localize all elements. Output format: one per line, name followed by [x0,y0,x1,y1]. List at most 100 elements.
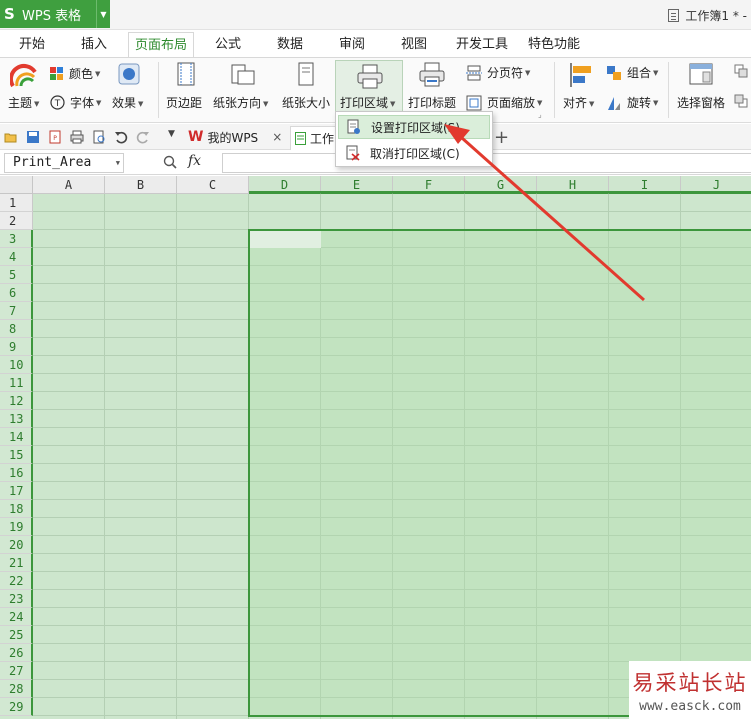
row-header-12[interactable]: 12 [0,392,33,410]
tab-special[interactable]: 特色功能 [522,32,586,58]
row-header-22[interactable]: 22 [0,572,33,590]
chevron-down-icon[interactable]: ▼ [116,154,120,172]
effect-button[interactable]: 效果 ▼ [112,94,143,111]
doc-tab-workbook[interactable]: 工作 [290,126,338,150]
row-header-25[interactable]: 25 [0,626,33,644]
row-header-16[interactable]: 16 [0,464,33,482]
print-icon[interactable] [70,130,84,144]
ribbon-divider [668,62,669,118]
app-menu-button[interactable]: S WPS 表格 ▼ [0,0,110,28]
column-header-b[interactable]: B [105,176,177,194]
page-margin-button[interactable]: 页边距 [166,94,202,111]
row-header-2[interactable]: 2 [0,212,33,230]
row-header-21[interactable]: 21 [0,554,33,572]
select-all-corner[interactable] [0,176,33,194]
row-header-5[interactable]: 5 [0,266,33,284]
row-header-10[interactable]: 10 [0,356,33,374]
redo-icon[interactable] [136,130,150,144]
row-header-13[interactable]: 13 [0,410,33,428]
theme-button[interactable]: 主题 ▼ [8,94,39,111]
font-button[interactable]: T 字体 ▼ [50,94,101,111]
print-area-button[interactable]: 打印区域 ▼ [335,60,403,114]
chevron-down-icon: ▼ [653,68,659,77]
selection-pane-button[interactable]: 选择窗格 [677,94,725,111]
active-cell[interactable] [250,231,321,248]
chevron-down-icon: ▼ [525,68,531,77]
row-header-18[interactable]: 18 [0,500,33,518]
menu-item-cancel-print-area[interactable]: 取消打印区域(C) [338,141,490,165]
align-button[interactable]: 对齐 ▼ [563,94,594,111]
app-menu-dropdown-icon[interactable]: ▼ [96,0,110,28]
print-preview-icon[interactable] [92,130,106,144]
tab-insert[interactable]: 插入 [68,32,120,58]
row-header-9[interactable]: 9 [0,338,33,356]
page-setup-launcher-icon[interactable]: ⌟ [538,110,542,119]
row-header-24[interactable]: 24 [0,608,33,626]
tab-home[interactable]: 开始 [8,32,56,58]
column-header-c[interactable]: C [177,176,249,194]
search-icon[interactable] [163,155,177,169]
row-header-23[interactable]: 23 [0,590,33,608]
row-header-19[interactable]: 19 [0,518,33,536]
menu-item-cancel-print-area-label: 取消打印区域(C) [370,146,460,161]
color-button[interactable]: 颜色 ▼ [50,65,100,82]
row-header-17[interactable]: 17 [0,482,33,500]
chevron-down-icon: ▼ [95,69,101,78]
selection-column-indicator [249,191,751,193]
effect-icon [118,63,140,85]
name-box[interactable]: Print_Area ▼ [4,153,124,173]
row-header-7[interactable]: 7 [0,302,33,320]
group-button[interactable]: 组合 ▼ [606,64,658,81]
row-header-26[interactable]: 26 [0,644,33,662]
paper-size-button[interactable]: 纸张大小 [282,94,330,111]
row-header-14[interactable]: 14 [0,428,33,446]
row-header-27[interactable]: 27 [0,662,33,680]
theme-label: 主题 [8,96,33,110]
undo-icon[interactable] [114,130,128,144]
svg-text:T: T [54,99,61,109]
page-break-label: 分页符 [487,66,524,80]
chevron-down-icon: ▼ [589,99,595,108]
tab-review[interactable]: 审阅 [328,32,376,58]
rotate-button[interactable]: 旋转 ▼ [606,94,658,111]
document-title: 工作簿1 * - [668,7,747,24]
tab-developer[interactable]: 开发工具 [450,32,514,58]
effect-label: 效果 [112,96,137,110]
row-header-3[interactable]: 3 [0,230,33,248]
menu-item-set-print-area[interactable]: 设置打印区域(S) [338,115,490,139]
row-header-20[interactable]: 20 [0,536,33,554]
new-tab-button[interactable]: + [494,127,509,148]
doc-tab-my-wps[interactable]: W 我的WPS × [188,124,282,150]
row-header-15[interactable]: 15 [0,446,33,464]
row-header-4[interactable]: 4 [0,248,33,266]
chevron-down-icon: ▼ [537,98,543,107]
print-titles-label: 打印标题 [408,96,457,110]
insert-function-button[interactable]: fx [188,153,201,169]
ribbon-divider [554,62,555,118]
tab-page-layout[interactable]: 页面布局 [128,32,194,58]
row-header-29[interactable]: 29 [0,698,33,716]
page-zoom-button[interactable]: 页面缩放 ▼ [466,94,542,111]
wps-logo-icon: S [4,5,15,23]
open-folder-icon[interactable] [4,130,18,144]
bring-forward-icon[interactable] [734,64,748,78]
page-orientation-button[interactable]: 纸张方向 ▼ [213,94,268,111]
row-header-28[interactable]: 28 [0,680,33,698]
close-tab-icon[interactable]: × [272,130,282,144]
row-header-8[interactable]: 8 [0,320,33,338]
row-header-11[interactable]: 11 [0,374,33,392]
tab-formulas[interactable]: 公式 [204,32,252,58]
export-pdf-icon[interactable]: P [48,130,62,144]
page-break-button[interactable]: 分页符 ▼ [466,64,530,81]
row-header-1[interactable]: 1 [0,194,33,212]
paper-size-icon [298,62,314,86]
page-zoom-icon [466,95,482,110]
send-backward-icon[interactable] [734,94,748,108]
tab-data[interactable]: 数据 [266,32,314,58]
tab-view[interactable]: 视图 [390,32,438,58]
customize-toolbar-dropdown-icon[interactable]: ▼ [168,129,175,139]
column-header-a[interactable]: A [33,176,105,194]
print-titles-button[interactable]: 打印标题 [408,94,456,111]
save-icon[interactable] [26,130,40,144]
row-header-6[interactable]: 6 [0,284,33,302]
